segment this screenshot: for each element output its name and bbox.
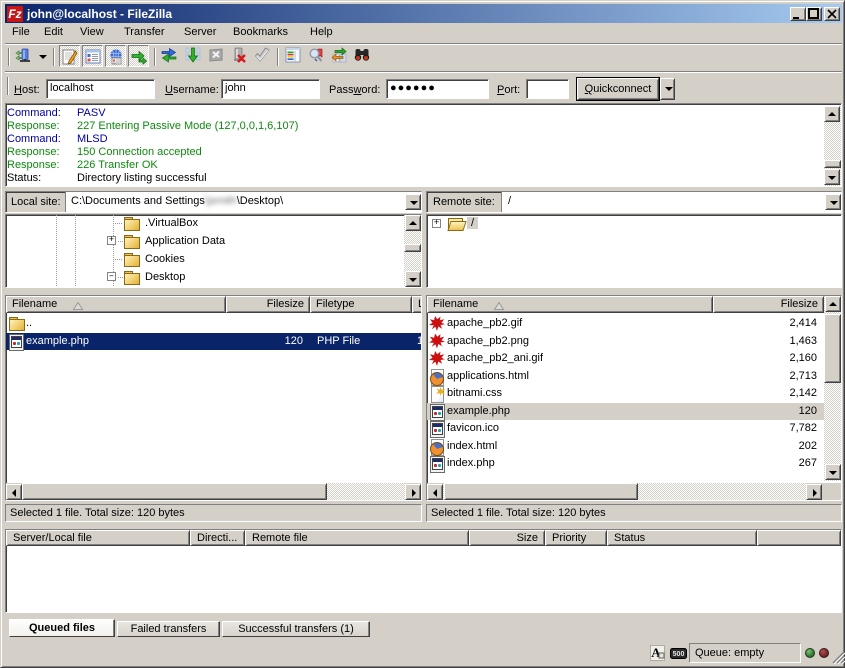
- svg-text:500: 500: [673, 651, 685, 658]
